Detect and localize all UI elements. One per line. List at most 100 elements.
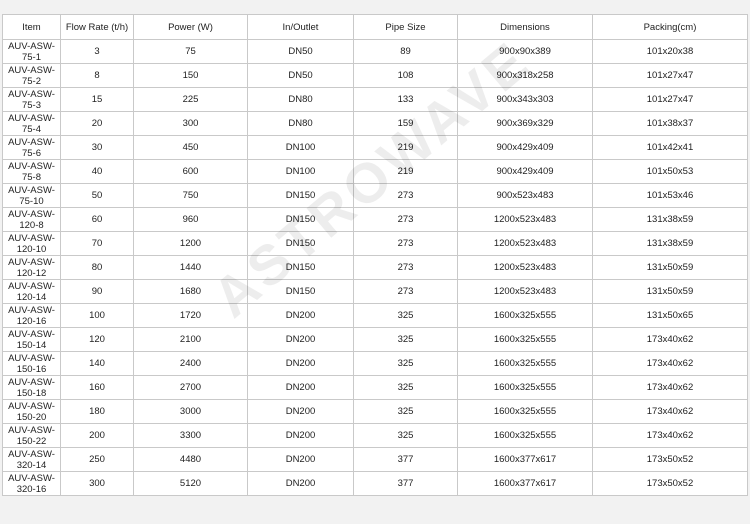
table-row: AUV-ASW-75-6 30 450 DN100 219 900x429x409 101x… bbox=[2, 135, 748, 160]
cell-power: 1200 bbox=[133, 231, 248, 256]
cell-item: AUV-ASW-150-14 bbox=[2, 327, 61, 352]
cell-pipe-size: 377 bbox=[353, 447, 458, 472]
cell-packing: 173x40x62 bbox=[592, 351, 748, 376]
cell-power: 300 bbox=[133, 111, 248, 136]
table-row: AUV-ASW-75-8 40 600 DN100 219 900x429x409 101x… bbox=[2, 159, 748, 184]
cell-dimensions: 1600x325x555 bbox=[457, 399, 593, 424]
table-row: AUV-ASW-320-16 300 5120 DN200 377 1600x377x61… bbox=[2, 471, 748, 496]
cell-dimensions: 900x429x409 bbox=[457, 135, 593, 160]
cell-dimensions: 1600x325x555 bbox=[457, 375, 593, 400]
cell-pipe-size: 325 bbox=[353, 399, 458, 424]
cell-flow-rate: 200 bbox=[60, 423, 134, 448]
cell-in-outlet: DN80 bbox=[247, 111, 354, 136]
cell-pipe-size: 325 bbox=[353, 303, 458, 328]
header-item: Item bbox=[2, 14, 61, 40]
cell-flow-rate: 15 bbox=[60, 87, 134, 112]
cell-in-outlet: DN150 bbox=[247, 231, 354, 256]
header-flow-rate: Flow Rate (t/h) bbox=[60, 14, 134, 40]
cell-pipe-size: 89 bbox=[353, 39, 458, 64]
cell-in-outlet: DN200 bbox=[247, 399, 354, 424]
cell-flow-rate: 80 bbox=[60, 255, 134, 280]
cell-flow-rate: 8 bbox=[60, 63, 134, 88]
table-row: AUV-ASW-150-14 120 2100 DN200 325 1600x325x55… bbox=[2, 327, 748, 352]
spec-table-container: Item Flow Rate (t/h) Power (W) In/Outlet… bbox=[2, 14, 748, 496]
cell-dimensions: 1200x523x483 bbox=[457, 207, 593, 232]
cell-item: AUV-ASW-150-16 bbox=[2, 351, 61, 376]
cell-item: AUV-ASW-150-18 bbox=[2, 375, 61, 400]
cell-power: 4480 bbox=[133, 447, 248, 472]
cell-pipe-size: 377 bbox=[353, 471, 458, 496]
cell-power: 150 bbox=[133, 63, 248, 88]
cell-flow-rate: 100 bbox=[60, 303, 134, 328]
table-row: AUV-ASW-75-3 15 225 DN80 133 900x343x303 101x2… bbox=[2, 87, 748, 112]
cell-flow-rate: 180 bbox=[60, 399, 134, 424]
cell-pipe-size: 219 bbox=[353, 135, 458, 160]
cell-item: AUV-ASW-75-2 bbox=[2, 63, 61, 88]
header-dimensions: Dimensions bbox=[457, 14, 593, 40]
cell-pipe-size: 219 bbox=[353, 159, 458, 184]
cell-in-outlet: DN80 bbox=[247, 87, 354, 112]
cell-power: 3300 bbox=[133, 423, 248, 448]
cell-packing: 131x50x59 bbox=[592, 255, 748, 280]
cell-dimensions: 1600x325x555 bbox=[457, 351, 593, 376]
table-body: AUV-ASW-75-1 3 75 DN50 89 900x90x389 101x20x38… bbox=[2, 39, 748, 496]
cell-dimensions: 900x90x389 bbox=[457, 39, 593, 64]
cell-flow-rate: 160 bbox=[60, 375, 134, 400]
cell-dimensions: 1600x377x617 bbox=[457, 447, 593, 472]
table-row: AUV-ASW-150-16 140 2400 DN200 325 1600x325x55… bbox=[2, 351, 748, 376]
cell-packing: 101x53x46 bbox=[592, 183, 748, 208]
table-row: AUV-ASW-75-2 8 150 DN50 108 900x318x258 101x27… bbox=[2, 63, 748, 88]
cell-flow-rate: 50 bbox=[60, 183, 134, 208]
cell-power: 1440 bbox=[133, 255, 248, 280]
cell-power: 2100 bbox=[133, 327, 248, 352]
cell-in-outlet: DN200 bbox=[247, 447, 354, 472]
cell-pipe-size: 325 bbox=[353, 351, 458, 376]
cell-in-outlet: DN50 bbox=[247, 63, 354, 88]
cell-packing: 101x20x38 bbox=[592, 39, 748, 64]
table-row: AUV-ASW-320-14 250 4480 DN200 377 1600x377x61… bbox=[2, 447, 748, 472]
cell-pipe-size: 273 bbox=[353, 255, 458, 280]
cell-packing: 173x50x52 bbox=[592, 471, 748, 496]
cell-power: 1720 bbox=[133, 303, 248, 328]
cell-dimensions: 1200x523x483 bbox=[457, 255, 593, 280]
cell-item: AUV-ASW-75-1 bbox=[2, 39, 61, 64]
cell-pipe-size: 325 bbox=[353, 423, 458, 448]
cell-in-outlet: DN150 bbox=[247, 279, 354, 304]
cell-pipe-size: 325 bbox=[353, 327, 458, 352]
cell-dimensions: 900x429x409 bbox=[457, 159, 593, 184]
cell-item: AUV-ASW-120-8 bbox=[2, 207, 61, 232]
table-row: AUV-ASW-120-10 70 1200 DN150 273 1200x523x483… bbox=[2, 231, 748, 256]
cell-pipe-size: 273 bbox=[353, 231, 458, 256]
cell-dimensions: 1600x377x617 bbox=[457, 471, 593, 496]
header-power: Power (W) bbox=[133, 14, 248, 40]
cell-item: AUV-ASW-120-14 bbox=[2, 279, 61, 304]
spec-table: Item Flow Rate (t/h) Power (W) In/Outlet… bbox=[2, 14, 748, 496]
cell-packing: 101x50x53 bbox=[592, 159, 748, 184]
cell-item: AUV-ASW-120-12 bbox=[2, 255, 61, 280]
cell-dimensions: 1200x523x483 bbox=[457, 279, 593, 304]
cell-pipe-size: 108 bbox=[353, 63, 458, 88]
cell-power: 600 bbox=[133, 159, 248, 184]
cell-power: 450 bbox=[133, 135, 248, 160]
cell-power: 2700 bbox=[133, 375, 248, 400]
table-row: AUV-ASW-120-16 100 1720 DN200 325 1600x325x55… bbox=[2, 303, 748, 328]
cell-item: AUV-ASW-150-22 bbox=[2, 423, 61, 448]
cell-in-outlet: DN100 bbox=[247, 135, 354, 160]
cell-in-outlet: DN100 bbox=[247, 159, 354, 184]
cell-pipe-size: 133 bbox=[353, 87, 458, 112]
table-row: AUV-ASW-75-10 50 750 DN150 273 900x523x483 101… bbox=[2, 183, 748, 208]
cell-packing: 173x40x62 bbox=[592, 375, 748, 400]
table-row: AUV-ASW-75-4 20 300 DN80 159 900x369x329 101x3… bbox=[2, 111, 748, 136]
cell-packing: 131x38x59 bbox=[592, 207, 748, 232]
cell-power: 2400 bbox=[133, 351, 248, 376]
cell-item: AUV-ASW-120-16 bbox=[2, 303, 61, 328]
cell-power: 3000 bbox=[133, 399, 248, 424]
cell-packing: 101x27x47 bbox=[592, 63, 748, 88]
cell-power: 75 bbox=[133, 39, 248, 64]
cell-packing: 101x42x41 bbox=[592, 135, 748, 160]
cell-dimensions: 900x369x329 bbox=[457, 111, 593, 136]
cell-item: AUV-ASW-320-16 bbox=[2, 471, 61, 496]
cell-power: 750 bbox=[133, 183, 248, 208]
cell-packing: 131x38x59 bbox=[592, 231, 748, 256]
cell-dimensions: 1600x325x555 bbox=[457, 303, 593, 328]
